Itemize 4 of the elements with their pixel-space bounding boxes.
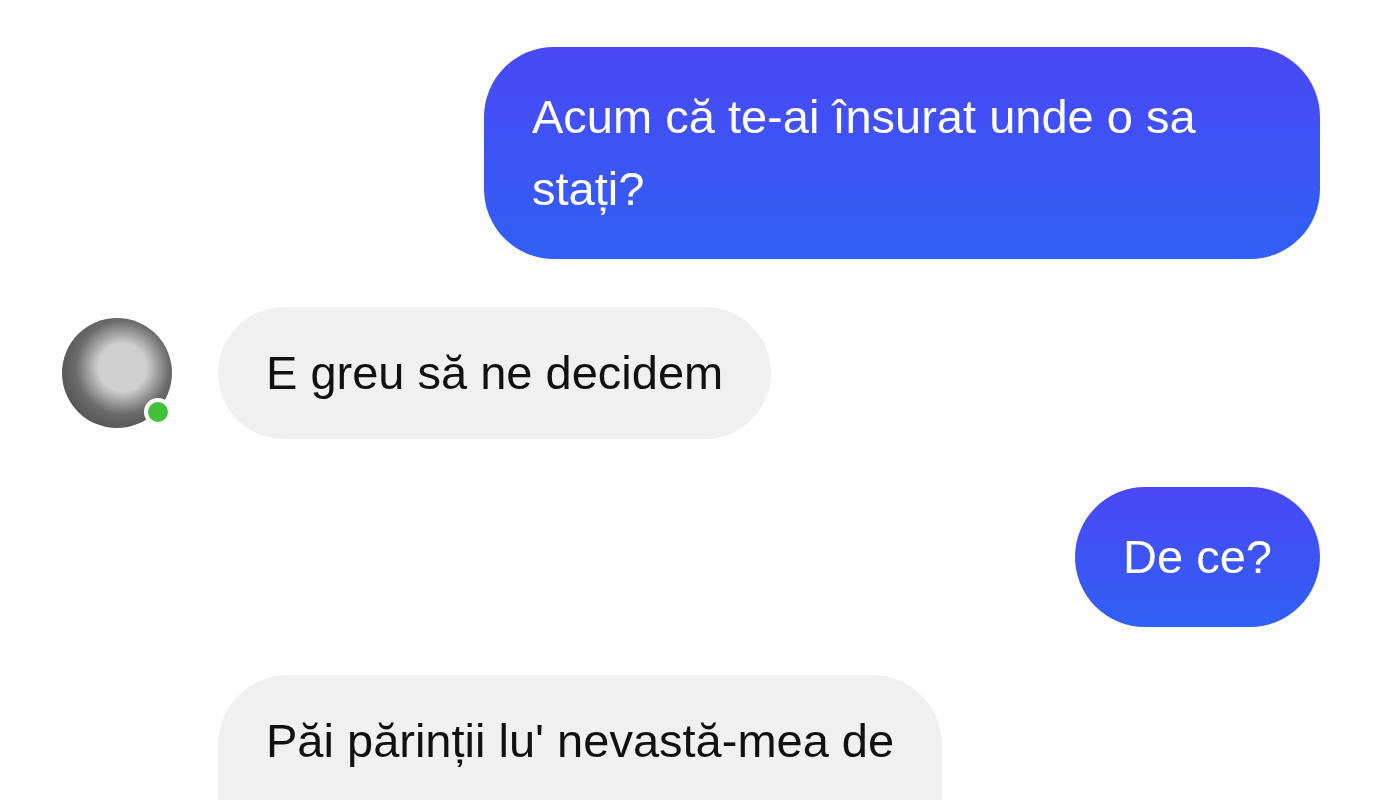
sent-message-bubble: Acum că te-ai însurat unde o sa stați?	[484, 47, 1320, 259]
sent-message-bubble: De ce?	[1075, 487, 1320, 627]
received-message-bubble: E greu să ne decidem	[218, 307, 772, 439]
received-message-bubble: Păi părinții lu' nevastă-mea de	[218, 675, 943, 800]
